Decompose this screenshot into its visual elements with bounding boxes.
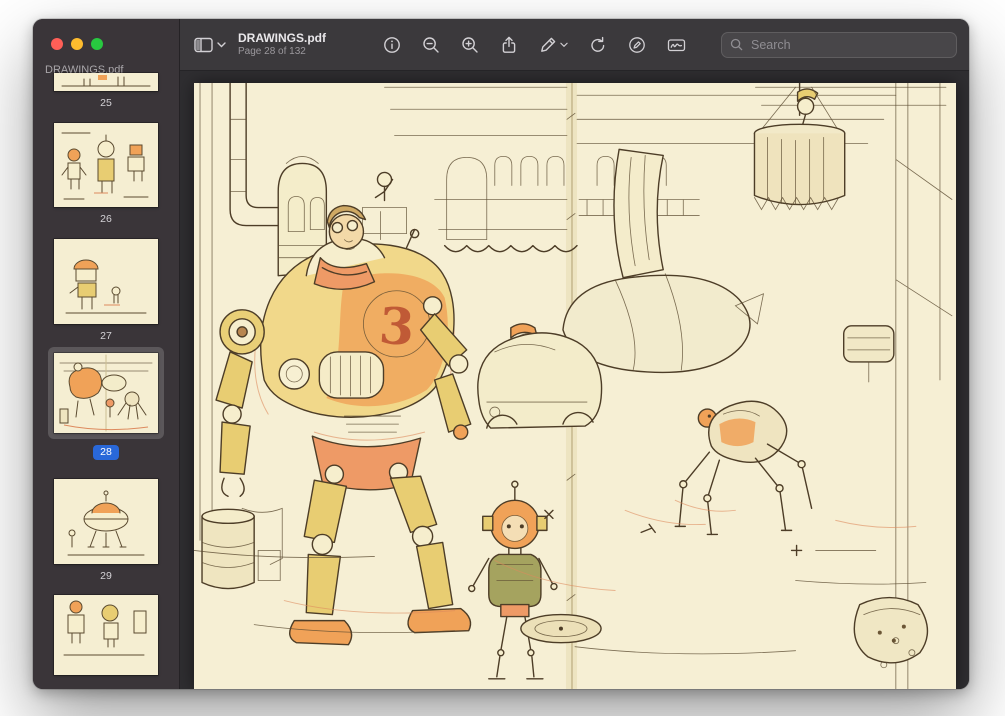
page-number: 26	[100, 213, 112, 225]
thumbnail-page-next[interactable]	[54, 595, 158, 675]
share-icon	[502, 36, 516, 53]
thumbnail-image	[54, 123, 158, 207]
traffic-lights	[51, 38, 103, 50]
rotate-button[interactable]	[587, 34, 609, 56]
thumbnail-image	[54, 353, 158, 433]
close-button[interactable]	[51, 38, 63, 50]
markup-pen-button[interactable]	[537, 34, 570, 56]
search-icon	[730, 38, 743, 51]
thumbnail-image	[54, 479, 158, 564]
fullscreen-button[interactable]	[91, 38, 103, 50]
page-number: 27	[100, 330, 112, 342]
thumbnail-sketch	[59, 354, 153, 432]
window-title: DRAWINGS.pdf	[238, 30, 326, 45]
zoom-in-icon	[462, 36, 478, 53]
minimize-button[interactable]	[71, 38, 83, 50]
search-input[interactable]	[749, 36, 948, 53]
toolbar-icons	[381, 31, 957, 58]
info-button[interactable]	[381, 34, 403, 56]
sidebar-toggle-button[interactable]	[192, 35, 228, 55]
preview-window: DRAWINGS.pdf 25 26 27 28 29 DRAWINGS.pdf…	[33, 19, 969, 689]
page-number-selected: 28	[54, 445, 158, 460]
main-column: DRAWINGS.pdf Page 28 of 132 Search 3	[180, 19, 969, 689]
chevron-down-icon	[560, 42, 568, 47]
thumbnail-sketch	[65, 259, 147, 314]
selected-page-pill: 28	[93, 445, 119, 460]
search-field[interactable]	[721, 31, 957, 58]
rotate-icon	[591, 36, 605, 52]
title-block: DRAWINGS.pdf Page 28 of 132	[238, 31, 326, 58]
signature-button[interactable]	[665, 34, 688, 56]
share-button[interactable]	[498, 34, 520, 56]
zoom-in-button[interactable]	[459, 34, 481, 56]
zoom-out-button[interactable]	[420, 34, 442, 56]
sidebar: DRAWINGS.pdf 25 26 27 28 29	[33, 19, 180, 689]
chevron-down-icon	[217, 41, 226, 47]
thumbnail-page-28[interactable]: 28	[48, 347, 164, 460]
thumbnail-sketch	[61, 132, 149, 200]
annotate-pencil-circle-icon	[629, 36, 645, 53]
thumbnail-page-25[interactable]: 25	[54, 73, 158, 109]
document-view: 3	[180, 71, 969, 689]
thumbnail-sketch	[63, 600, 147, 656]
thumbnail-page-26[interactable]: 26	[54, 123, 158, 225]
info-icon	[384, 36, 400, 53]
annotate-button[interactable]	[626, 34, 648, 56]
toolbar: DRAWINGS.pdf Page 28 of 132	[180, 19, 969, 71]
zoom-out-icon	[423, 36, 439, 53]
thumbnail-image	[54, 73, 158, 91]
thumbnail-sketch	[61, 75, 151, 87]
thumbnail-selection-highlight	[48, 347, 164, 439]
markup-pen-icon	[541, 37, 556, 52]
page-number: 29	[100, 570, 112, 582]
thumbnail-page-27[interactable]: 27	[54, 239, 158, 342]
pdf-artwork-robot-street-scene: 3	[194, 83, 956, 689]
signature-icon	[667, 38, 686, 51]
thumbnail-image	[54, 239, 158, 324]
page-status: Page 28 of 132	[238, 46, 306, 58]
robot-number: 3	[377, 296, 416, 357]
thumbnail-image	[54, 595, 158, 675]
thumbnail-page-29[interactable]: 29	[54, 479, 158, 582]
pdf-page[interactable]: 3	[194, 83, 956, 689]
thumbnail-sketch	[67, 490, 145, 556]
sidebar-icon	[194, 37, 213, 52]
page-number: 25	[100, 97, 112, 109]
